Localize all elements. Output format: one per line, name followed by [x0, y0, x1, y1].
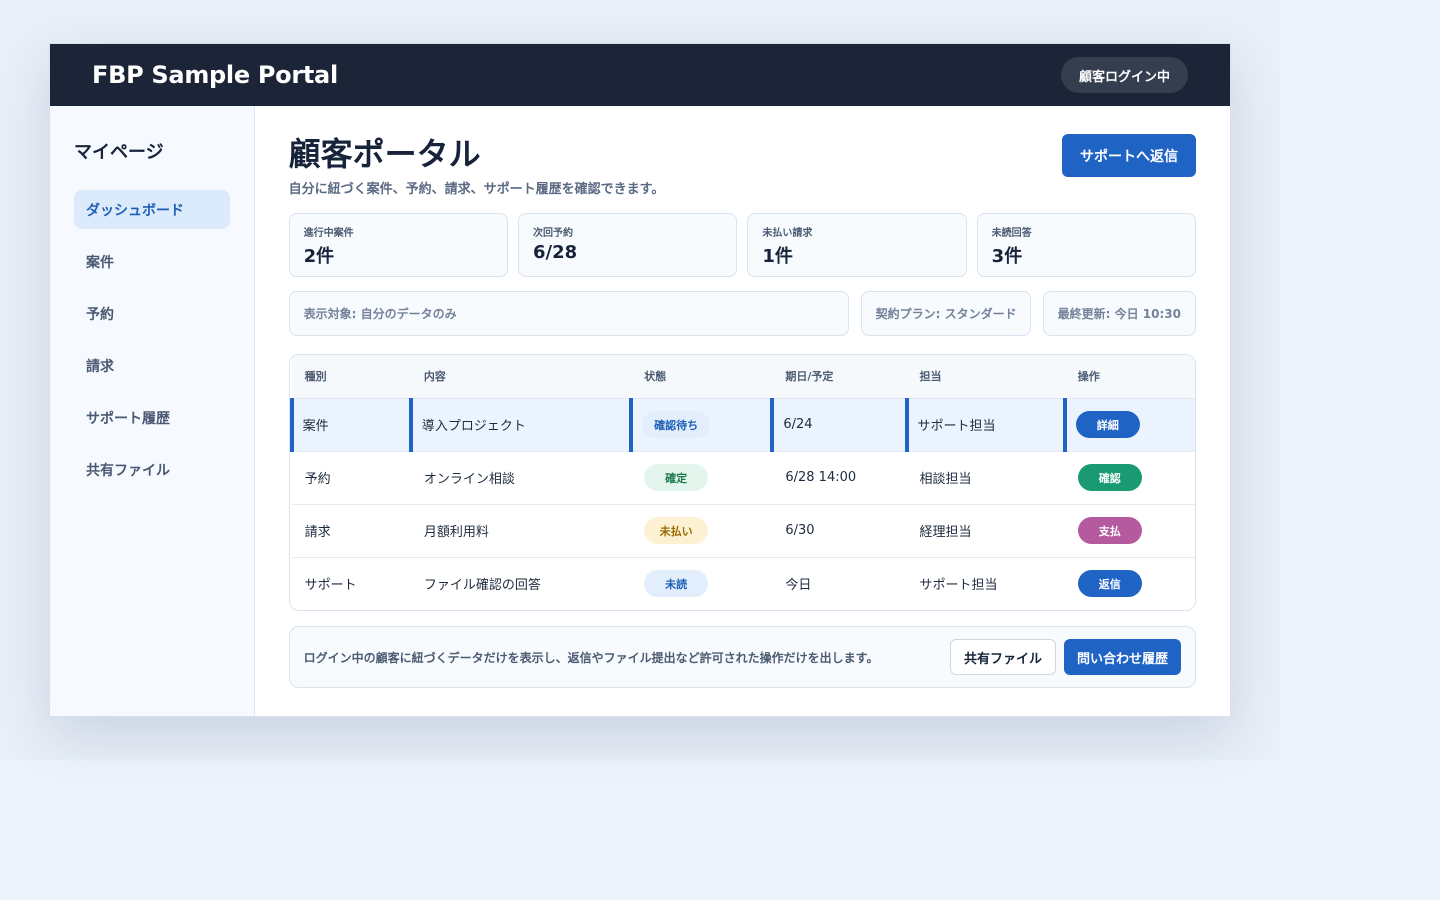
last-updated-info: 最終更新: 今日 10:30 [1042, 291, 1196, 336]
cell-content: オンライン相談 [423, 472, 515, 487]
sidebar-item-dashboard[interactable]: ダッシュボード [74, 190, 230, 229]
cell-type: 予約 [304, 472, 331, 487]
cell-type: 案件 [289, 398, 411, 451]
page-subtitle: 自分に紐づく案件、予約、請求、サポート履歴を確認できます。 [288, 182, 665, 197]
sidebar-item-label: ダッシュボード [86, 202, 184, 219]
cell-date: 今日 [785, 578, 812, 594]
sidebar-item-support-history[interactable]: サポート履歴 [74, 398, 230, 437]
cell-type: 請求 [304, 525, 331, 540]
table-header-row: 種別 内容 状態 期日/予定 担当 操作 [291, 355, 1195, 399]
portal-window: FBP Sample Portal 顧客ログイン中 マイページ ダッシュボード … [49, 43, 1231, 717]
page-title: 顧客ポータル [288, 135, 481, 173]
column-header-owner: 担当 [906, 355, 1065, 399]
stats-row: 進行中案件 2件 次回予約 6/28 未払い請求 1件 未読回答 3件 [288, 213, 1197, 277]
table-row[interactable]: 予約 オンライン相談 確定 6/28 14:00 相談担当 確認 [291, 451, 1195, 504]
confirm-button[interactable]: 確認 [1077, 464, 1142, 491]
cell-owner: サポート担当 [904, 398, 1065, 451]
stat-card-unpaid-invoices: 未払い請求 1件 [747, 213, 967, 277]
records-table: 種別 内容 状態 期日/予定 担当 操作 案件 導入プロジェクト 確認待ち 6/… [289, 355, 1195, 610]
shared-files-button[interactable]: 共有ファイル [949, 639, 1056, 675]
sidebar-item-billing[interactable]: 請求 [74, 346, 230, 385]
table-row[interactable]: 案件 導入プロジェクト 確認待ち 6/24 サポート担当 詳細 [289, 398, 1195, 451]
info-row: 表示対象: 自分のデータのみ 契約プラン: スタンダード 最終更新: 今日 10… [288, 291, 1196, 336]
stat-label: 未読回答 [991, 228, 1032, 239]
records-table-container: 種別 内容 状態 期日/予定 担当 操作 案件 導入プロジェクト 確認待ち 6/… [288, 354, 1196, 611]
contract-plan-info: 契約プラン: スタンダード [860, 291, 1031, 336]
status-badge: 確定 [644, 464, 709, 491]
sidebar-item-projects[interactable]: 案件 [74, 242, 230, 281]
stat-value: 3件 [991, 246, 1023, 267]
sidebar: マイページ ダッシュボード 案件 予約 請求 サポート履歴 共有ファイル [50, 106, 255, 716]
cell-date: 6/30 [785, 523, 815, 538]
sidebar-item-reservations[interactable]: 予約 [74, 294, 230, 333]
display-scope-info: 表示対象: 自分のデータのみ [288, 291, 849, 336]
sidebar-item-label: 請求 [86, 358, 114, 375]
stat-value: 2件 [303, 246, 335, 267]
stat-card-active-projects: 進行中案件 2件 [288, 213, 508, 277]
stat-label: 未払い請求 [762, 228, 813, 239]
login-status-badge: 顧客ログイン中 [1060, 57, 1188, 93]
main-content: 顧客ポータル 自分に紐づく案件、予約、請求、サポート履歴を確認できます。 サポー… [255, 106, 1230, 716]
detail-button[interactable]: 詳細 [1075, 411, 1140, 438]
stat-label: 次回予約 [532, 228, 573, 239]
stat-value: 1件 [762, 246, 793, 267]
footer-bar: ログイン中の顧客に紐づくデータだけを表示し、返信やファイル提出など許可された操作… [288, 626, 1196, 688]
table-row[interactable]: 請求 月額利用料 未払い 6/30 経理担当 支払 [291, 504, 1195, 557]
cell-owner: サポート担当 [919, 578, 998, 594]
column-header-action: 操作 [1064, 355, 1195, 399]
inquiry-history-button[interactable]: 問い合わせ履歴 [1063, 639, 1181, 675]
cell-type: サポート [304, 578, 357, 594]
sidebar-heading: マイページ [74, 142, 164, 163]
reply-to-support-button[interactable]: サポートへ返信 [1062, 134, 1196, 177]
cell-date: 6/24 [770, 398, 907, 451]
stat-card-unread-replies: 未読回答 3件 [976, 213, 1197, 277]
sidebar-item-shared-files[interactable]: 共有ファイル [74, 450, 230, 489]
column-header-content: 内容 [410, 355, 632, 399]
cell-owner: 相談担当 [919, 472, 972, 487]
status-badge: 未払い [644, 517, 709, 544]
cell-content: ファイル確認の回答 [423, 578, 541, 594]
reply-button[interactable]: 返信 [1077, 570, 1142, 598]
column-header-status: 状態 [631, 355, 773, 399]
top-bar: FBP Sample Portal 顧客ログイン中 [50, 44, 1230, 106]
cell-content: 導入プロジェクト [408, 398, 632, 451]
pay-button[interactable]: 支払 [1077, 517, 1142, 544]
sidebar-item-label: 案件 [86, 254, 114, 271]
status-badge: 確認待ち [642, 411, 711, 438]
cell-date: 6/28 14:00 [785, 470, 857, 485]
cell-owner: 経理担当 [919, 525, 972, 540]
table-row[interactable]: サポート ファイル確認の回答 未読 今日 サポート担当 返信 [292, 557, 1195, 610]
footer-note: ログイン中の顧客に紐づくデータだけを表示し、返信やファイル提出など許可された操作… [303, 650, 879, 665]
app-title: FBP Sample Portal [92, 61, 338, 89]
sidebar-item-label: サポート履歴 [86, 410, 170, 427]
column-header-type: 種別 [291, 355, 411, 399]
cell-content: 月額利用料 [423, 525, 489, 540]
status-badge: 未読 [644, 570, 709, 598]
sidebar-item-label: 共有ファイル [86, 462, 170, 479]
stat-value: 6/28 [532, 242, 578, 263]
stat-card-next-reservation: 次回予約 6/28 [517, 213, 738, 277]
sidebar-item-label: 予約 [86, 306, 114, 323]
column-header-date: 期日/予定 [772, 355, 907, 399]
stat-label: 進行中案件 [303, 228, 354, 239]
